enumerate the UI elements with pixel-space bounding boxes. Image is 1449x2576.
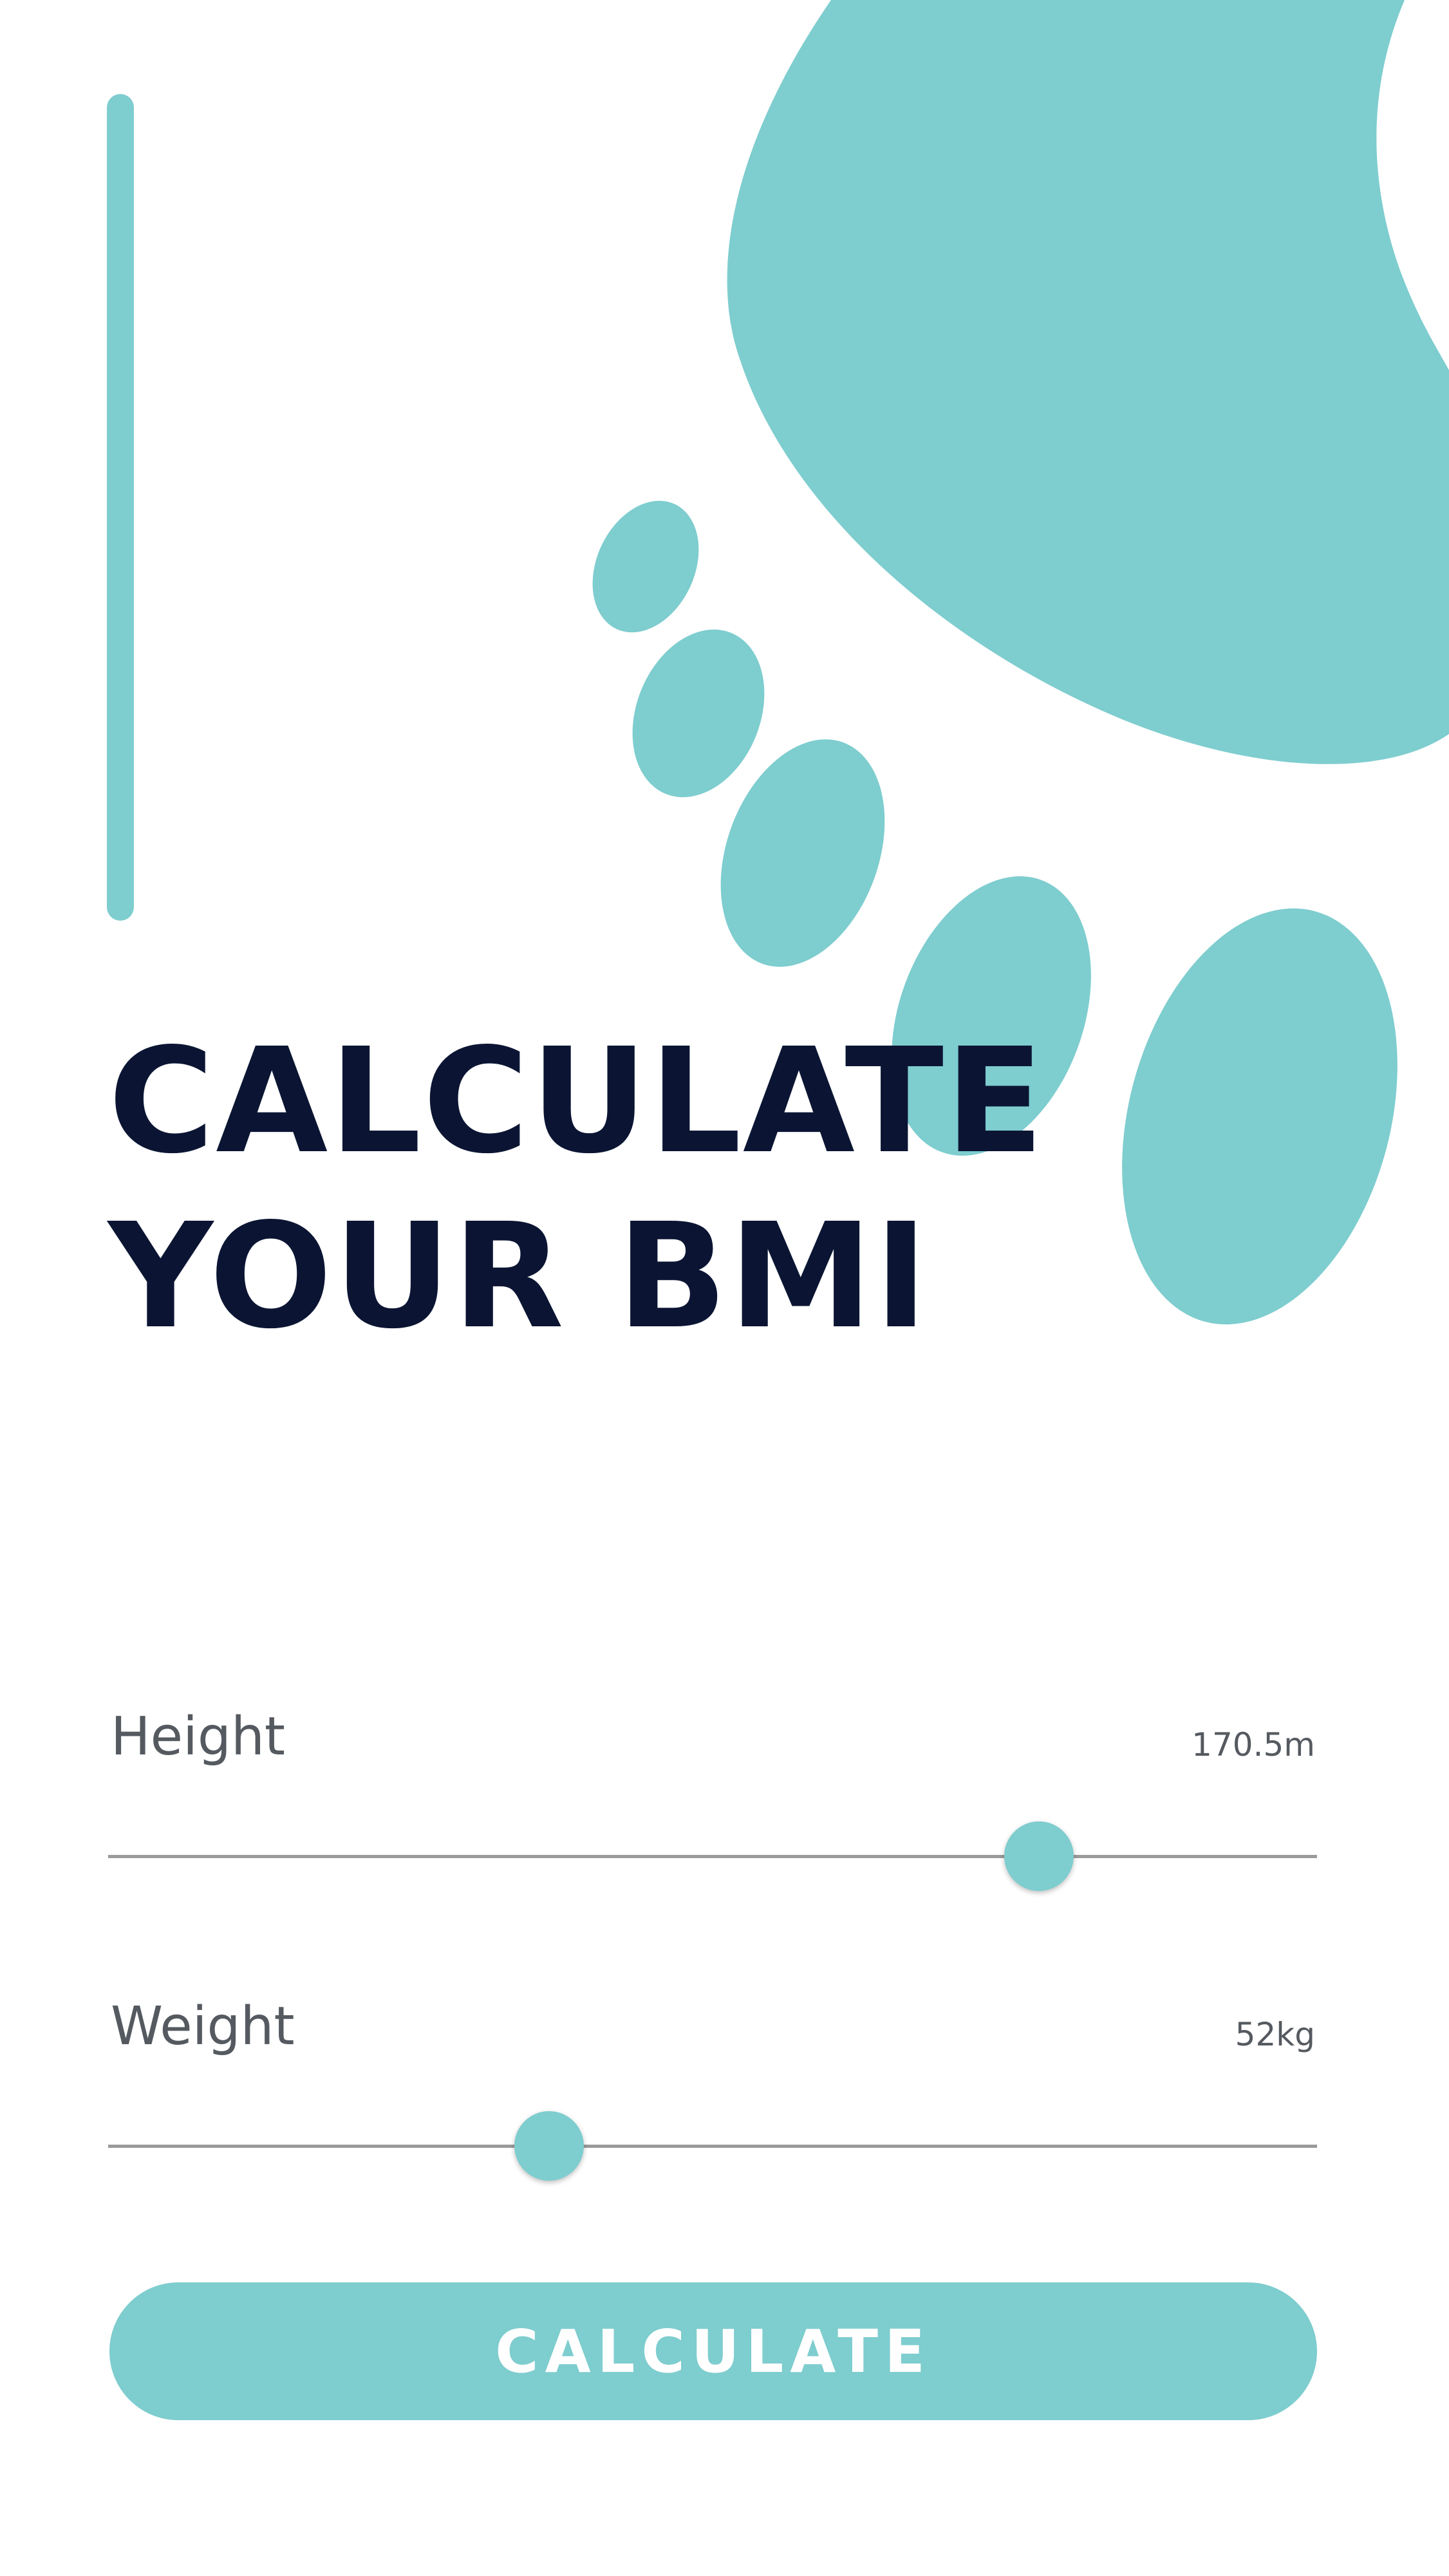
vertical-accent-bar: [107, 94, 134, 921]
calculate-button[interactable]: CALCULATE: [109, 2282, 1317, 2420]
weight-slider-track[interactable]: [108, 2145, 1317, 2148]
blob-dot-1: [592, 500, 699, 633]
height-value: 170.5m: [1192, 1726, 1315, 1763]
page-title: CALCULATE YOUR BMI: [108, 1014, 1045, 1364]
height-slider[interactable]: [108, 1821, 1317, 1892]
height-slider-track[interactable]: [108, 1855, 1317, 1858]
weight-label: Weight: [111, 1996, 295, 2057]
page-title-line-2: YOUR BMI: [108, 1192, 930, 1361]
weight-slider-thumb[interactable]: [514, 2111, 584, 2181]
large-blob-shape: [727, 0, 1449, 764]
weight-value: 52kg: [1235, 2016, 1315, 2053]
height-slider-thumb[interactable]: [1004, 1821, 1074, 1891]
blob-dot-5: [1122, 908, 1398, 1325]
height-label: Height: [111, 1706, 286, 1767]
page-title-line-1: CALCULATE: [108, 1017, 1045, 1186]
weight-slider[interactable]: [108, 2111, 1317, 2181]
